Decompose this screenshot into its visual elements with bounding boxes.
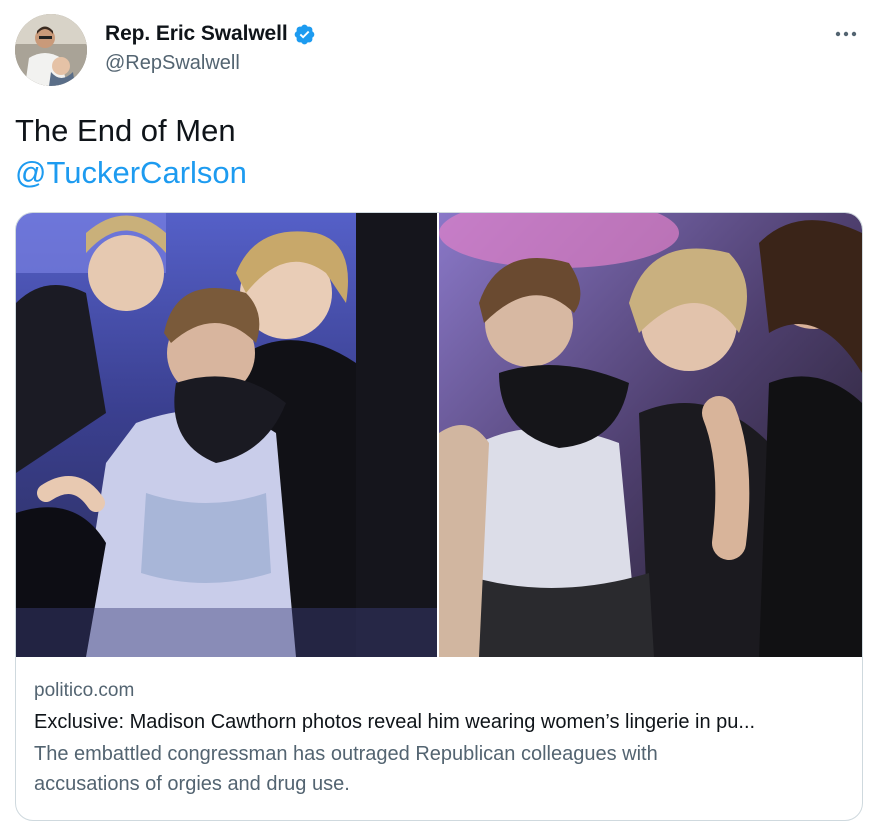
author-handle[interactable]: @RepSwalwell [105, 52, 316, 75]
more-options-button[interactable] [829, 22, 863, 46]
card-domain: politico.com [34, 680, 135, 701]
card-title[interactable]: Exclusive: Madison Cawthorn photos revea… [34, 708, 844, 736]
card-description-line: The embattled congressman has outraged R… [34, 743, 658, 765]
card-media[interactable] [16, 213, 862, 657]
mention-link[interactable]: @TuckerCarlson [15, 152, 247, 194]
profile-photo-icon [15, 14, 87, 86]
author-avatar[interactable] [15, 14, 87, 86]
link-preview-card[interactable]: politico.com Exclusive: Madison Cawthorn… [15, 212, 863, 821]
tweet-header: Rep. Eric Swalwell @RepSwalwell [15, 14, 863, 86]
author-display-name[interactable]: Rep. Eric Swalwell [105, 22, 288, 46]
more-options-icon [835, 31, 857, 37]
card-photo-right [439, 213, 862, 657]
tweet-text-line: The End of Men [15, 113, 236, 148]
card-description: The embattled congressman has outraged R… [34, 739, 844, 799]
card-description-line: accusations of orgies and drug use. [34, 773, 350, 795]
verified-badge-icon [294, 24, 314, 44]
card-photo-left [16, 213, 439, 657]
card-info[interactable]: politico.com Exclusive: Madison Cawthorn… [34, 677, 844, 799]
tweet-text: The End of Men @TuckerCarlson [15, 110, 247, 194]
